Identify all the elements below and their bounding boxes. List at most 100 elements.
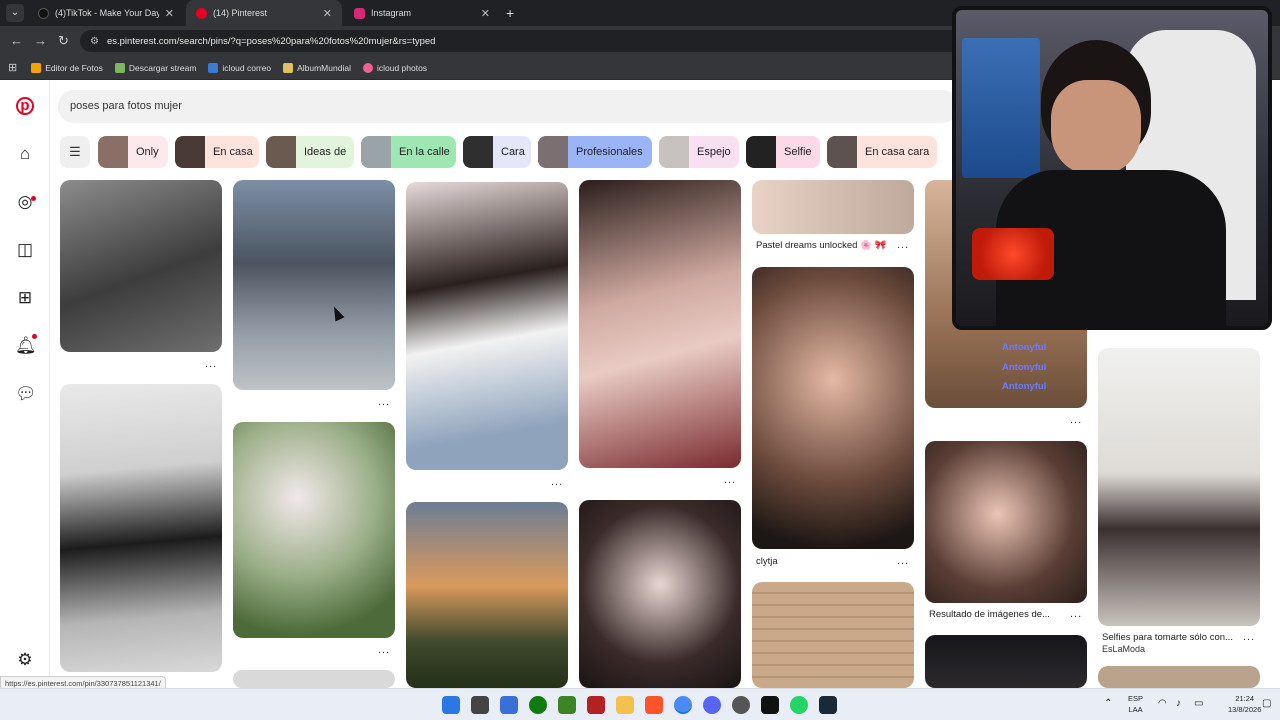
pin-image[interactable] <box>233 422 395 638</box>
store-icon[interactable] <box>500 696 518 714</box>
pin-image[interactable] <box>60 180 222 352</box>
minecraft-icon[interactable] <box>558 696 576 714</box>
pin-photo <box>406 502 568 688</box>
more-options-button[interactable]: ... <box>897 239 909 251</box>
filter-sliders-button[interactable]: ☰ <box>60 136 90 168</box>
volume-icon[interactable]: ♪ <box>1176 698 1181 709</box>
boards-icon[interactable]: ◫ <box>15 240 35 260</box>
tab-pinterest[interactable]: (14) Pinterest ✕ <box>186 0 342 26</box>
more-options-button[interactable]: ... <box>551 476 563 488</box>
clock[interactable]: 21:24 13/8/2026 <box>1228 693 1261 715</box>
task-view-icon[interactable] <box>471 696 489 714</box>
chip-ideas-de[interactable]: Ideas de <box>266 136 354 168</box>
close-icon[interactable]: ✕ <box>165 7 174 20</box>
more-options-button[interactable]: ... <box>1070 608 1082 620</box>
chip-thumbnail <box>659 136 689 168</box>
home-icon[interactable]: ⌂ <box>15 144 35 164</box>
game-launcher-icon[interactable] <box>587 696 605 714</box>
notification-center-icon[interactable]: ▢ <box>1262 698 1271 709</box>
messages-icon[interactable]: 💬︎ <box>15 384 37 404</box>
pin-image[interactable] <box>233 670 395 688</box>
pin-image[interactable] <box>406 502 568 688</box>
forward-icon[interactable]: → <box>34 33 47 49</box>
pin-photo <box>233 670 395 688</box>
pin-caption[interactable]: Resultado de imágenes de... <box>929 609 1064 620</box>
search-input[interactable]: poses para fotos mujer <box>58 90 958 123</box>
bookmark-icloud-correo[interactable]: icloud correo <box>208 62 271 73</box>
language-indicator[interactable]: ESP LAA <box>1128 693 1143 715</box>
more-options-button[interactable]: ... <box>897 555 909 567</box>
pin-photo <box>752 180 914 234</box>
bookmark-albummundial[interactable]: AlbumMundial <box>283 62 351 73</box>
more-options-button[interactable]: ... <box>724 474 736 486</box>
pin-image[interactable] <box>925 441 1087 603</box>
pin-image[interactable] <box>752 180 914 234</box>
xbox-icon[interactable] <box>529 696 547 714</box>
pin-image[interactable] <box>1098 348 1260 626</box>
tab-instagram[interactable]: Instagram ✕ <box>344 0 500 26</box>
whatsapp-icon[interactable] <box>790 696 808 714</box>
bookmark-editor-de-fotos[interactable]: Editor de Fotos <box>31 62 103 73</box>
chip-thumbnail <box>827 136 857 168</box>
more-options-button[interactable]: ... <box>378 644 390 656</box>
battery-icon[interactable]: ▭ <box>1194 698 1203 709</box>
tab-search-button[interactable]: ⌄ <box>6 4 24 22</box>
notifications-bell-icon[interactable]: 🔔︎ <box>15 336 37 356</box>
notification-dot <box>32 334 37 339</box>
pin-source[interactable]: EsLaModa <box>1102 644 1145 654</box>
capcut-icon[interactable] <box>761 696 779 714</box>
bookmark-icon <box>114 62 125 73</box>
chip-en-casa[interactable]: En casa <box>175 136 259 168</box>
chip-espejo[interactable]: Espejo <box>659 136 739 168</box>
pin-image[interactable] <box>752 267 914 549</box>
pin-image[interactable] <box>579 500 741 688</box>
more-options-button[interactable]: ... <box>1243 631 1255 643</box>
file-explorer-icon[interactable] <box>616 696 634 714</box>
chip-profesionales[interactable]: Profesionales <box>538 136 652 168</box>
chevron-up-icon[interactable]: ⌃ <box>1104 698 1112 709</box>
bookmark-icloud-photos[interactable]: icloud photos <box>362 62 428 73</box>
pin-photo <box>579 180 741 468</box>
pin-caption[interactable]: clytja <box>756 556 896 567</box>
pin-image[interactable] <box>1098 666 1260 688</box>
back-icon[interactable]: ← <box>10 33 23 49</box>
obs-icon[interactable] <box>732 696 750 714</box>
bookmark-descargar-stream[interactable]: Descargar stream <box>114 62 196 73</box>
close-icon[interactable]: ✕ <box>481 7 490 20</box>
more-options-button[interactable]: ... <box>378 396 390 408</box>
pin-caption[interactable]: Selfies para tomarte sólo con... <box>1102 632 1244 643</box>
windows-start-icon[interactable] <box>442 696 460 714</box>
chip-only[interactable]: Only <box>98 136 168 168</box>
new-tab-button[interactable]: + <box>506 4 514 22</box>
chip-selfie[interactable]: Selfie <box>746 136 820 168</box>
chip-en-casa-cara[interactable]: En casa cara <box>827 136 937 168</box>
site-info-icon[interactable]: ⚙ <box>90 36 99 47</box>
settings-gear-icon[interactable]: ⚙ <box>15 650 35 670</box>
chrome-icon[interactable] <box>674 696 692 714</box>
close-icon[interactable]: ✕ <box>323 7 332 20</box>
steam-icon[interactable] <box>819 696 837 714</box>
bookmark-label: icloud photos <box>376 62 428 73</box>
explore-icon[interactable]: ◎ <box>15 192 35 212</box>
pin-image[interactable] <box>233 180 395 390</box>
url-field[interactable]: ⚙ es.pinterest.com/search/pins/?q=poses%… <box>80 30 970 52</box>
apps-grid-icon[interactable]: ⊞ <box>8 61 17 74</box>
tiktok-icon <box>38 7 49 19</box>
pin-image[interactable] <box>925 635 1087 688</box>
reload-icon[interactable]: ↻ <box>58 33 69 49</box>
chip-cara[interactable]: Cara <box>463 136 531 168</box>
pin-image[interactable] <box>60 384 222 672</box>
more-options-button[interactable]: ... <box>1070 414 1082 426</box>
discord-icon[interactable] <box>703 696 721 714</box>
pin-image[interactable] <box>752 582 914 688</box>
pin-caption[interactable]: Pastel dreams unlocked 🌸 🎀 <box>756 240 896 251</box>
pin-image[interactable] <box>579 180 741 468</box>
more-options-button[interactable]: ... <box>205 358 217 370</box>
chip-en-la-calle[interactable]: En la calle <box>361 136 456 168</box>
wifi-icon[interactable]: ◠ <box>1158 698 1167 709</box>
pin-image[interactable] <box>406 182 568 470</box>
pinterest-logo-icon[interactable]: p <box>16 97 34 115</box>
brave-icon[interactable] <box>645 696 663 714</box>
tab-tiktok[interactable]: (4)TikTok - Make Your Day ✕ <box>28 0 184 26</box>
create-icon[interactable]: ⊞ <box>15 288 35 308</box>
